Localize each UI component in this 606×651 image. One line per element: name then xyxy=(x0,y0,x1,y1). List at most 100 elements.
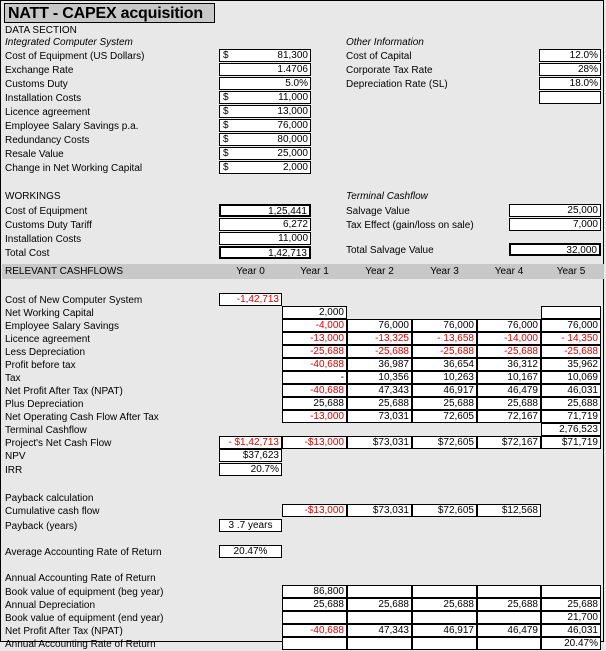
cashflow-cell-r5-c2[interactable]: 36,987 xyxy=(347,358,412,371)
data-value-2[interactable]: 5.0% xyxy=(219,77,311,90)
cashflow-cell-r2-c3[interactable]: 76,000 xyxy=(412,319,477,332)
cashflow-cell-r4-c1[interactable]: -25,688 xyxy=(282,345,347,358)
cashflow-cell-r8-c2[interactable]: 25,688 xyxy=(347,397,412,410)
cashflow-cell-r3-c3[interactable]: - 13,658 xyxy=(412,332,477,345)
data-value-5[interactable]: $76,000 xyxy=(219,119,311,132)
cashflow-cell-r7-c1[interactable]: -40,688 xyxy=(282,384,347,397)
annual-arr-cell-r3-c3[interactable]: 46,479 xyxy=(477,624,541,637)
annual-arr-cell-r1-c1[interactable]: 25,688 xyxy=(347,598,412,611)
cashflow-cell-r8-c3[interactable]: 25,688 xyxy=(412,397,477,410)
annual-arr-cell-r0-c1[interactable] xyxy=(347,585,412,598)
annual-arr-cell-r3-c0[interactable]: -40,688 xyxy=(282,624,347,637)
other-value-1[interactable]: 28% xyxy=(539,63,601,76)
payback-years-value[interactable]: 3 .7 years xyxy=(219,519,282,532)
cashflow-cell-r6-c4[interactable]: 10,167 xyxy=(477,371,541,384)
data-value-8[interactable]: $2,000 xyxy=(219,161,311,174)
cashflow-cell-r2-c2[interactable]: 76,000 xyxy=(347,319,412,332)
cashflow-cell-r7-c4[interactable]: 46,479 xyxy=(477,384,541,397)
cashflow-cell-r4-c5[interactable]: -25,688 xyxy=(541,345,601,358)
annual-arr-cell-r1-c0[interactable]: 25,688 xyxy=(282,598,347,611)
annual-arr-cell-r2-c3[interactable] xyxy=(477,611,541,624)
cumulative-cell-4[interactable]: $12,568 xyxy=(477,504,541,517)
cashflow-cell-r2-c1[interactable]: -4,000 xyxy=(282,319,347,332)
cashflow-cell-r8-c1[interactable]: 25,688 xyxy=(282,397,347,410)
data-value-7[interactable]: $25,000 xyxy=(219,147,311,160)
cashflow-cell-r3-c4[interactable]: -14,000 xyxy=(477,332,541,345)
cashflow-cell-r0-c0[interactable]: -1,42,713 xyxy=(219,293,282,306)
annual-arr-cell-r0-c4[interactable] xyxy=(541,585,601,598)
cashflow-cell-r6-c1[interactable]: - xyxy=(282,371,347,384)
npv-value[interactable]: $37,623 xyxy=(219,449,282,462)
cashflow-cell-r11-c2[interactable]: $73,031 xyxy=(347,436,412,449)
cashflow-cell-r5-c4[interactable]: 36,312 xyxy=(477,358,541,371)
annual-arr-cell-r3-c2[interactable]: 46,917 xyxy=(412,624,477,637)
cashflow-cell-r5-c1[interactable]: -40,688 xyxy=(282,358,347,371)
cashflow-cell-r6-c3[interactable]: 10,263 xyxy=(412,371,477,384)
annual-arr-cell-r2-c1[interactable] xyxy=(347,611,412,624)
cashflow-cell-r4-c3[interactable]: -25,688 xyxy=(412,345,477,358)
workings-value-2[interactable]: 11,000 xyxy=(219,232,311,245)
annual-arr-cell-r0-c3[interactable] xyxy=(477,585,541,598)
annual-arr-cell-r2-c2[interactable] xyxy=(412,611,477,624)
cashflow-cell-r9-c4[interactable]: 72,167 xyxy=(477,410,541,423)
cashflow-cell-r6-c5[interactable]: 10,069 xyxy=(541,371,601,384)
annual-arr-cell-r3-c4[interactable]: 46,031 xyxy=(541,624,601,637)
data-value-6[interactable]: $80,000 xyxy=(219,133,311,146)
annual-arr-cell-r1-c4[interactable]: 25,688 xyxy=(541,598,601,611)
irr-value[interactable]: 20.7% xyxy=(219,463,282,476)
annual-arr-cell-r2-c4[interactable]: 21,700 xyxy=(541,611,601,624)
cumulative-cell-1[interactable]: -$13,000 xyxy=(282,504,347,517)
cashflow-cell-r5-c3[interactable]: 36,654 xyxy=(412,358,477,371)
cell-value: 1.4706 xyxy=(277,64,308,75)
cashflow-cell-r9-c3[interactable]: 72,605 xyxy=(412,410,477,423)
spreadsheet-canvas: NATT - CAPEX acquisition DATA SECTION In… xyxy=(0,0,604,650)
cashflow-cell-r9-c5[interactable]: 71,719 xyxy=(541,410,601,423)
cashflow-cell-r7-c5[interactable]: 46,031 xyxy=(541,384,601,397)
cashflow-cell-r11-c0[interactable]: - $1,42,713 xyxy=(219,436,282,449)
cashflow-cell-r1-c1[interactable]: 2,000 xyxy=(282,306,347,319)
cashflow-cell-r6-c2[interactable]: 10,356 xyxy=(347,371,412,384)
cumulative-cell-2[interactable]: $73,031 xyxy=(347,504,412,517)
total-salvage-value-cell[interactable]: 32,000 xyxy=(509,243,601,256)
cashflow-cell-r3-c1[interactable]: -13,000 xyxy=(282,332,347,345)
cashflow-cell-r7-c3[interactable]: 46,917 xyxy=(412,384,477,397)
cashflow-cell-r9-c2[interactable]: 73,031 xyxy=(347,410,412,423)
other-empty-cell[interactable] xyxy=(539,91,601,104)
cashflow-cell-r11-c5[interactable]: $71,719 xyxy=(541,436,601,449)
workings-value-1[interactable]: 6,272 xyxy=(219,218,311,231)
annual-arr-cell-r2-c0[interactable] xyxy=(282,611,347,624)
cashflow-cell-r11-c3[interactable]: $72,605 xyxy=(412,436,477,449)
data-value-0[interactable]: $81,300 xyxy=(219,49,311,62)
workings-value-0[interactable]: 1,25,441 xyxy=(219,204,311,217)
cashflow-cell-r2-c5[interactable]: 76,000 xyxy=(541,319,601,332)
workings-value-3[interactable]: 1,42,713 xyxy=(219,246,311,259)
cumulative-cell-3[interactable]: $72,605 xyxy=(412,504,477,517)
other-value-0[interactable]: 12.0% xyxy=(539,49,601,62)
data-value-4[interactable]: $13,000 xyxy=(219,105,311,118)
cashflow-cell-r1-c5[interactable] xyxy=(541,306,601,319)
cashflow-cell-r11-c1[interactable]: -$13,000 xyxy=(282,436,347,449)
cashflow-cell-r4-c2[interactable]: -25,688 xyxy=(347,345,412,358)
cashflow-cell-r8-c5[interactable]: 25,688 xyxy=(541,397,601,410)
annual-arr-cell-r1-c2[interactable]: 25,688 xyxy=(412,598,477,611)
annual-arr-cell-r3-c1[interactable]: 47,343 xyxy=(347,624,412,637)
data-value-3[interactable]: $11,000 xyxy=(219,91,311,104)
cashflow-cell-r9-c1[interactable]: -13,000 xyxy=(282,410,347,423)
cashflow-cell-r4-c4[interactable]: -25,688 xyxy=(477,345,541,358)
cashflow-cell-r2-c4[interactable]: 76,000 xyxy=(477,319,541,332)
annual-arr-cell-r1-c3[interactable]: 25,688 xyxy=(477,598,541,611)
annual-arr-cell-r0-c2[interactable] xyxy=(412,585,477,598)
cashflow-cell-r3-c5[interactable]: - 14,350 xyxy=(541,332,601,345)
cashflow-cell-r3-c2[interactable]: -13,325 xyxy=(347,332,412,345)
cashflow-cell-r7-c2[interactable]: 47,343 xyxy=(347,384,412,397)
cashflow-cell-r8-c4[interactable]: 25,688 xyxy=(477,397,541,410)
cashflow-cell-r11-c4[interactable]: $72,167 xyxy=(477,436,541,449)
terminal-value-0[interactable]: 25,000 xyxy=(509,204,601,217)
average-accounting-rate-of-return-value[interactable]: 20.47% xyxy=(219,545,282,558)
cashflow-cell-r5-c5[interactable]: 35,962 xyxy=(541,358,601,371)
terminal-value-1[interactable]: 7,000 xyxy=(509,218,601,231)
cashflow-cell-r10-c5[interactable]: 2,76,523 xyxy=(541,423,601,436)
other-value-2[interactable]: 18.0% xyxy=(539,77,601,90)
data-value-1[interactable]: 1.4706 xyxy=(219,63,311,76)
annual-arr-cell-r0-c0[interactable]: 86,800 xyxy=(282,585,347,598)
